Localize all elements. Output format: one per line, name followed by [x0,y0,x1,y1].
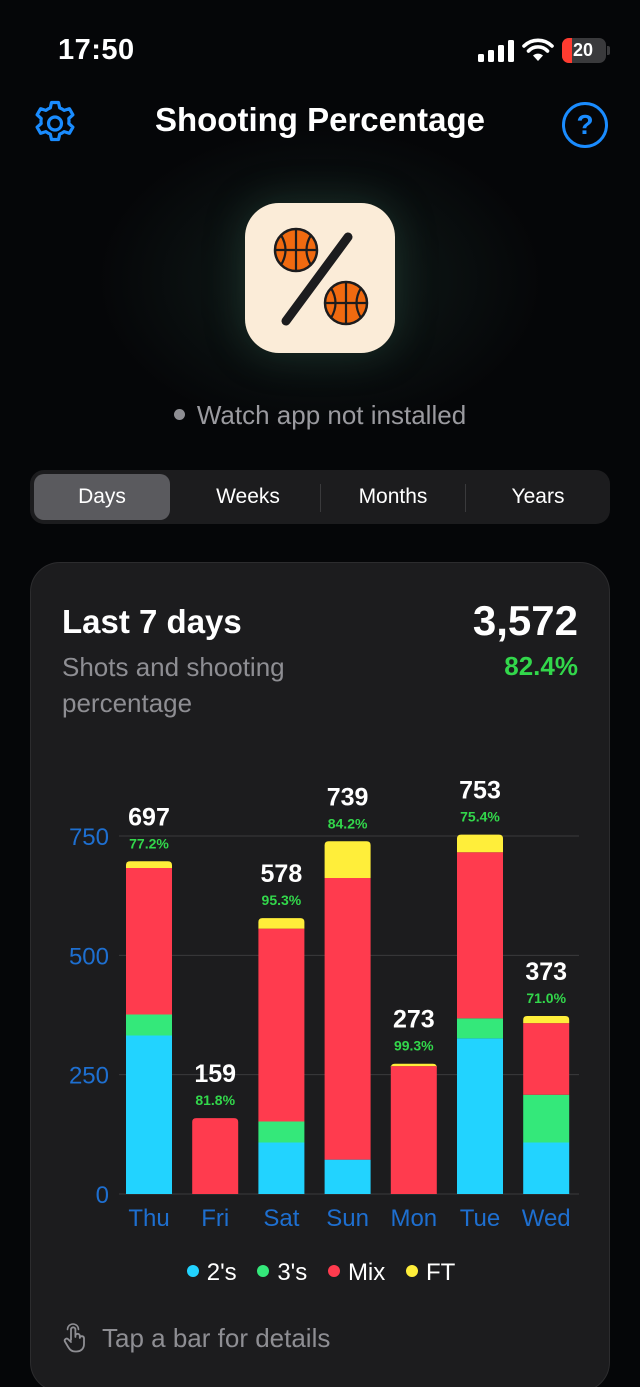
x-tick-label: Tue [460,1205,500,1232]
bar-segment-3s[interactable] [457,1018,503,1039]
bar-segment-mix[interactable] [523,1023,570,1095]
settings-gear-icon[interactable] [30,98,80,148]
chart-legend: 2's 3's Mix FT [31,1259,611,1287]
page-title: Shooting Percentage [154,101,486,138]
basketball-icon [273,227,319,273]
bar-segment-3s[interactable] [523,1094,570,1143]
bar-segment-mix[interactable] [126,867,172,1015]
wifi-icon [522,38,554,61]
battery-level: 20 [572,40,594,60]
bar-segment-3s[interactable] [258,1121,305,1143]
bar-segment-2s[interactable] [258,1142,305,1194]
status-bar: 17:50 20 [0,0,640,100]
legend-item-2s: 2's [186,1259,237,1287]
bar-percentage-label: 84.2% [328,815,368,831]
legend-item-mix: Mix [327,1259,386,1287]
shots-bar-chart[interactable]: 0 250 500 750 697 77.2% Thu 159 81.8% Fri 578 95.3%… [31,563,611,1253]
legend-label: Mix [347,1259,386,1286]
battery-icon: 20 [562,38,606,63]
battery-tip [607,46,610,55]
bar-segment-mix[interactable] [457,852,503,1019]
stats-card: Last 7 days Shots and shooting percentag… [30,562,610,1387]
legend-dot [405,1265,418,1277]
bar-total-label: 159 [194,1060,236,1088]
legend-label: FT [425,1259,456,1286]
legend-label: 3's [277,1259,308,1286]
legend-label: 2's [206,1259,237,1286]
screen: 17:50 20 Shooting Percentage ? Watch app… [0,0,640,1387]
bar-segment-3s[interactable] [126,1014,172,1036]
status-dot-icon [173,409,185,420]
bar-segment-2s[interactable] [126,1035,172,1194]
bar-total-label: 753 [459,777,501,805]
segment-divider [465,484,466,512]
x-tick-label: Sun [326,1205,369,1232]
y-tick-label: 0 [96,1182,109,1209]
app-logo [245,203,395,353]
bar-total-label: 578 [261,860,303,888]
bar-segment-ft[interactable] [126,861,172,868]
y-tick-label: 750 [69,824,109,851]
tap-hint: Tap a bar for details [62,1323,330,1354]
bar-total-label: 697 [128,803,170,831]
period-segmented-control: Days Weeks Months Years [30,470,610,524]
help-button[interactable]: ? [562,102,608,148]
bar-percentage-label: 99.3% [394,1038,434,1054]
legend-dot [257,1265,270,1277]
legend-item-3s: 3's [257,1259,307,1287]
bar-percentage-label: 81.8% [195,1092,235,1108]
basketball-icon [323,280,369,326]
x-tick-label: Wed [522,1205,571,1232]
bar-percentage-label: 75.4% [460,809,500,825]
watch-status-text: Watch app not installed [196,400,467,430]
bar-total-label: 273 [393,1006,435,1034]
bar-percentage-label: 77.2% [129,835,169,851]
bar-percentage-label: 71.0% [526,990,566,1006]
bar-segment-mix[interactable] [390,1066,437,1194]
segment-years[interactable]: Years [470,474,606,520]
x-tick-label: Sat [263,1205,299,1232]
segment-divider [320,484,321,512]
legend-dot [186,1265,199,1277]
bar-segment-ft[interactable] [523,1015,570,1024]
tap-hint-text: Tap a bar for details [102,1323,331,1353]
x-tick-label: Fri [201,1205,229,1232]
segment-weeks[interactable]: Weeks [180,474,316,520]
y-tick-label: 500 [69,943,109,970]
bar-segment-mix[interactable] [192,1118,239,1194]
x-tick-label: Mon [390,1205,437,1232]
watch-status: Watch app not installed [0,400,640,431]
bar-segment-ft[interactable] [457,834,503,853]
bar-segment-ft[interactable] [324,841,371,879]
bar-segment-ft[interactable] [258,918,305,929]
bar-segment-mix[interactable] [324,878,371,1160]
cellular-signal-icon [478,40,514,62]
bar-segment-2s[interactable] [457,1038,503,1194]
bar-percentage-label: 95.3% [262,892,302,908]
legend-dot [327,1265,340,1277]
bar-segment-2s[interactable] [324,1159,371,1194]
y-tick-label: 250 [69,1063,109,1090]
tap-hand-icon [63,1323,85,1353]
segment-days[interactable]: Days [34,474,170,520]
x-tick-label: Thu [128,1205,169,1232]
legend-item-ft: FT [405,1259,456,1287]
bar-total-label: 373 [525,958,567,986]
status-time: 17:50 [58,34,135,66]
bar-total-label: 739 [327,783,369,811]
bar-segment-2s[interactable] [523,1142,570,1194]
bar-segment-mix[interactable] [258,928,305,1122]
segment-months[interactable]: Months [325,474,461,520]
